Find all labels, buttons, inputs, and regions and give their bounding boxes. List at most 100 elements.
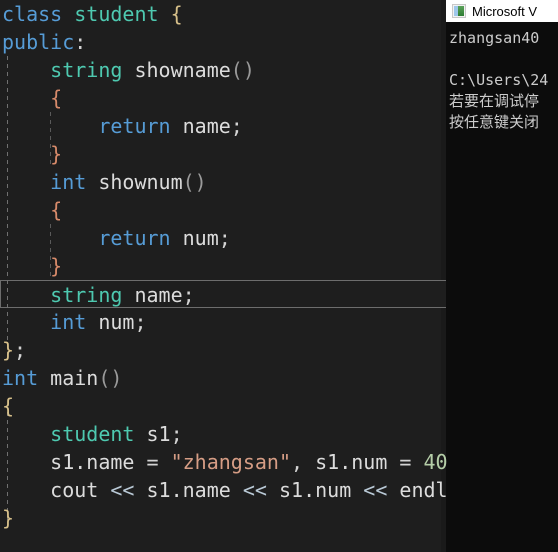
console-line: zhangsan40: [449, 29, 540, 47]
code-editor[interactable]: class student { public: string showname(…: [0, 0, 447, 552]
token-brace-close: }: [2, 506, 15, 530]
token-string: "zhangsan": [170, 450, 292, 474]
code-line-list: class student { public: string showname(…: [0, 0, 447, 532]
token-semicolon: ;: [182, 283, 195, 307]
token-brace-open: {: [50, 86, 63, 110]
console-window-title: Microsoft V: [472, 3, 538, 19]
token-brace-close: }: [50, 142, 63, 166]
token-assign: =: [387, 450, 424, 474]
token-parens: (): [98, 366, 123, 390]
code-line[interactable]: return num;: [0, 224, 447, 252]
token-identifier: s1: [146, 422, 171, 446]
token-type: student: [50, 422, 135, 446]
token-parens: (): [230, 58, 255, 82]
code-line[interactable]: };: [0, 336, 447, 364]
token-keyword: public: [2, 30, 75, 54]
token-identifier: num: [182, 226, 219, 250]
console-line: C:\Users\24: [449, 71, 549, 89]
code-line-current[interactable]: string name;: [0, 280, 447, 308]
console-line: 若要在调试停: [449, 92, 540, 110]
code-line[interactable]: public:: [0, 28, 447, 56]
token-comma: ,: [291, 450, 316, 474]
token-identifier: shownum: [98, 170, 183, 194]
token-semicolon: ;: [170, 422, 183, 446]
token-identifier: num: [98, 310, 135, 334]
token-brace-open: {: [2, 394, 15, 418]
token-identifier: main: [50, 366, 99, 390]
token-identifier: s1.name: [50, 450, 135, 474]
code-line[interactable]: int shownum(): [0, 168, 447, 196]
code-line[interactable]: {: [0, 196, 447, 224]
token-semicolon: ;: [230, 114, 243, 138]
token-type: string: [50, 283, 123, 307]
token-brace-close: }: [50, 254, 63, 278]
token-assign: =: [134, 450, 171, 474]
token-keyword: return: [98, 226, 171, 250]
token-identifier: cout: [50, 478, 99, 502]
token-type: student: [74, 2, 159, 26]
console-output[interactable]: zhangsan40 C:\Users\24 若要在调试停 按任意键关闭: [446, 22, 558, 552]
code-line[interactable]: }: [0, 504, 447, 532]
code-line[interactable]: class student {: [0, 0, 447, 28]
code-line[interactable]: {: [0, 392, 447, 420]
token-brace-open: {: [170, 2, 183, 26]
console-line: 按任意键关闭: [449, 113, 540, 131]
code-line[interactable]: cout << s1.name << s1.num << endl;: [0, 476, 447, 504]
token-identifier: s1.name: [146, 478, 231, 502]
token-identifier: name: [134, 283, 183, 307]
token-semicolon: ;: [134, 310, 147, 334]
code-line[interactable]: }: [0, 140, 447, 168]
console-app-icon: [452, 4, 466, 18]
token-keyword: int: [50, 310, 87, 334]
code-line[interactable]: s1.name = "zhangsan", s1.num = 40;: [0, 448, 447, 476]
code-line[interactable]: {: [0, 84, 447, 112]
token-identifier: s1.num: [278, 478, 352, 502]
token-identifier: endl: [399, 478, 447, 502]
code-line[interactable]: int num;: [0, 308, 447, 336]
token-keyword: return: [98, 114, 171, 138]
token-keyword: class: [2, 2, 63, 26]
code-line[interactable]: }: [0, 252, 447, 280]
code-line[interactable]: return name;: [0, 112, 447, 140]
token-colon: :: [74, 30, 87, 54]
token-parens: (): [182, 170, 207, 194]
console-titlebar[interactable]: Microsoft V: [446, 0, 558, 22]
code-line[interactable]: student s1;: [0, 420, 447, 448]
token-identifier: s1.num: [315, 450, 388, 474]
token-type: string: [50, 58, 123, 82]
token-semicolon: ;: [218, 226, 231, 250]
debug-console-window[interactable]: Microsoft V zhangsan40 C:\Users\24 若要在调试…: [446, 0, 558, 552]
token-keyword: int: [2, 366, 39, 390]
screen: class student { public: string showname(…: [0, 0, 558, 552]
code-line[interactable]: int main(): [0, 364, 447, 392]
token-identifier: showname: [134, 58, 231, 82]
code-line[interactable]: string showname(): [0, 56, 447, 84]
token-identifier: name: [182, 114, 231, 138]
token-shift-op: <<: [98, 478, 147, 502]
token-shift-op: <<: [230, 478, 279, 502]
token-brace-open: {: [50, 198, 63, 222]
token-semicolon: ;: [14, 338, 27, 362]
token-shift-op: <<: [351, 478, 400, 502]
